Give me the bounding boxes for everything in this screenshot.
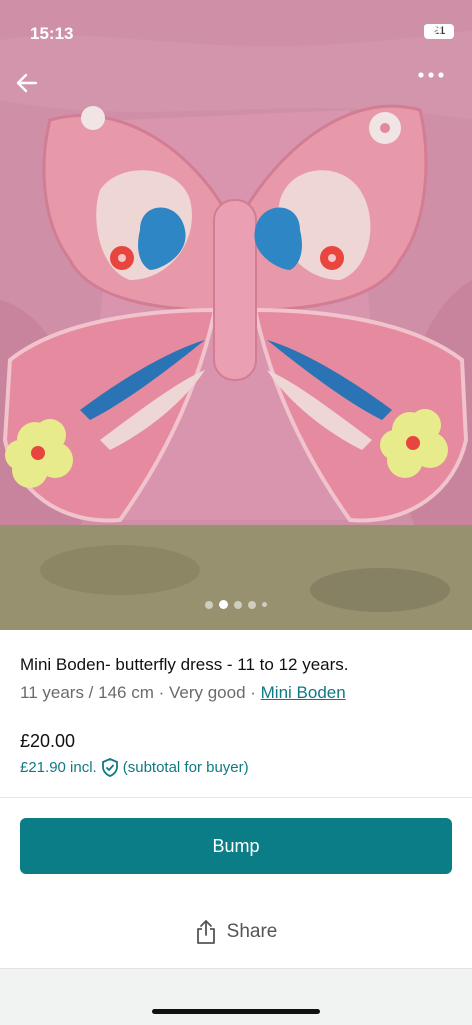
status-bar: 15:13 21 xyxy=(0,0,472,60)
wifi-icon xyxy=(424,24,442,36)
gallery-dot[interactable] xyxy=(248,600,256,609)
item-meta: 11 years / 146 cm · Very good · Mini Bod… xyxy=(20,683,346,703)
more-options-button[interactable] xyxy=(418,72,454,108)
status-icons: 21 xyxy=(424,24,454,39)
buyer-note: (subtotal for buyer) xyxy=(122,759,249,776)
share-button[interactable]: Share xyxy=(0,912,472,952)
more-dots-icon xyxy=(418,72,444,78)
item-size-condition: 11 years / 146 cm · Very good · xyxy=(20,683,261,702)
bottom-bar xyxy=(0,968,472,1025)
back-button[interactable] xyxy=(16,72,52,108)
item-title: Mini Boden- butterfly dress - 11 to 12 y… xyxy=(20,655,349,674)
gallery-dot-active[interactable] xyxy=(219,600,228,609)
item-price: £20.00 xyxy=(20,731,76,751)
status-time: 15:13 xyxy=(30,24,74,43)
item-photo[interactable]: 15:13 21 xyxy=(0,0,472,630)
brand-link[interactable]: Mini Boden xyxy=(261,683,346,702)
gallery-dot[interactable] xyxy=(234,600,242,609)
gallery-pagination[interactable] xyxy=(0,600,472,609)
buyer-price[interactable]: £21.90 incl. (subtotal for buyer) xyxy=(20,758,249,777)
home-indicator xyxy=(152,1009,320,1014)
share-label: Share xyxy=(226,921,278,942)
price-incl-value: £21.90 incl. xyxy=(20,759,97,776)
gallery-dot[interactable] xyxy=(262,602,267,607)
arrow-left-icon xyxy=(16,73,38,93)
butterfly-dress-image xyxy=(0,0,472,630)
gallery-dot[interactable] xyxy=(205,600,213,609)
bump-button[interactable]: Bump xyxy=(20,818,452,874)
divider xyxy=(0,797,472,798)
shield-check-icon xyxy=(101,758,118,777)
share-icon xyxy=(196,920,215,944)
